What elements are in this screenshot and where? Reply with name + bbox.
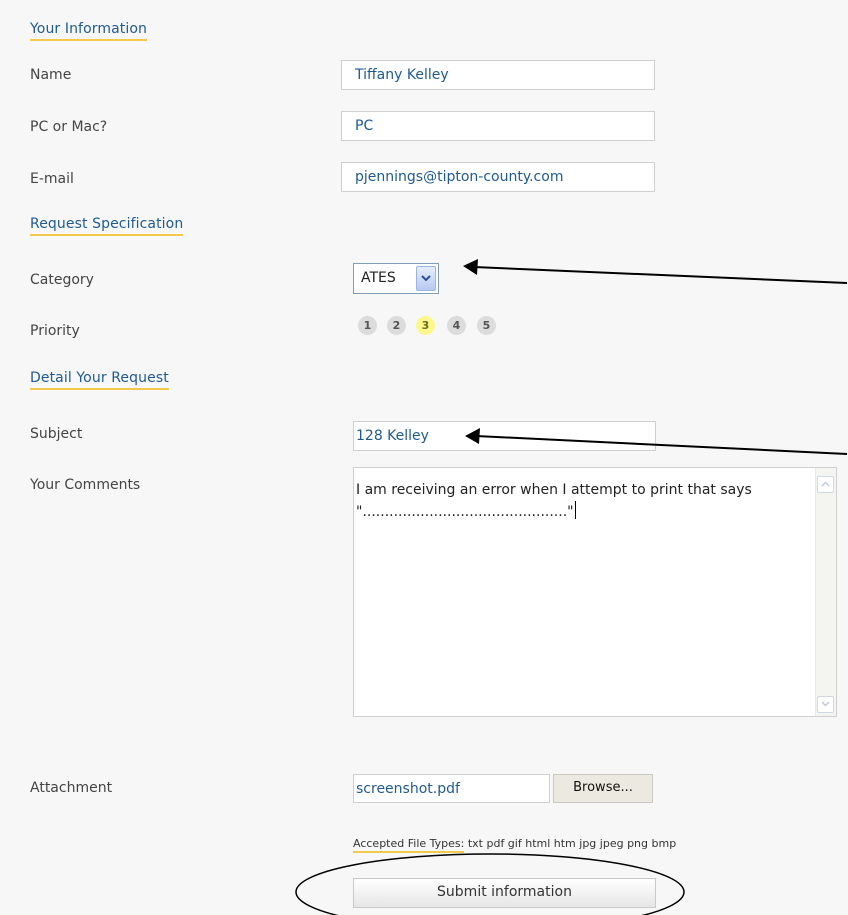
- accepted-file-types-list: txt pdf gif html htm jpg jpeg png bmp: [467, 837, 677, 850]
- attachment-label: Attachment: [30, 780, 113, 796]
- attachment-file-field[interactable]: screenshot.pdf: [353, 774, 550, 803]
- email-field[interactable]: [341, 162, 655, 192]
- pc-or-mac-label: PC or Mac?: [30, 119, 108, 135]
- chevron-down-icon[interactable]: [416, 266, 436, 291]
- priority-option-1[interactable]: 1: [358, 316, 377, 335]
- comments-textarea[interactable]: I am receiving an error when I attempt t…: [353, 467, 837, 717]
- scroll-down-icon[interactable]: [817, 696, 834, 713]
- scroll-up-icon[interactable]: [817, 476, 834, 493]
- email-label: E-mail: [30, 171, 74, 187]
- section-title-detail-request: Detail Your Request: [30, 370, 169, 390]
- priority-option-3[interactable]: 3: [416, 316, 435, 335]
- browse-button[interactable]: Browse...: [553, 774, 653, 803]
- accepted-file-types: Accepted File Types: txt pdf gif html ht…: [353, 837, 677, 853]
- comments-content: I am receiving an error when I attempt t…: [356, 482, 757, 520]
- priority-option-4[interactable]: 4: [447, 316, 466, 335]
- category-select[interactable]: ATES: [353, 263, 439, 294]
- comments-scrollbar[interactable]: [815, 468, 836, 716]
- comments-text: I am receiving an error when I attempt t…: [356, 480, 804, 523]
- name-field[interactable]: [341, 60, 655, 90]
- submit-button[interactable]: Submit information: [353, 878, 656, 908]
- priority-option-5[interactable]: 5: [477, 316, 496, 335]
- subject-label: Subject: [30, 426, 83, 442]
- category-label: Category: [30, 272, 94, 288]
- category-selected-value: ATES: [361, 270, 396, 286]
- pc-or-mac-field[interactable]: [341, 111, 655, 141]
- priority-option-2[interactable]: 2: [387, 316, 406, 335]
- name-label: Name: [30, 67, 72, 83]
- help-request-form: Your Information Name PC or Mac? E-mail …: [0, 0, 848, 915]
- section-title-your-information: Your Information: [30, 21, 147, 41]
- comments-label: Your Comments: [30, 477, 141, 493]
- section-title-request-specification: Request Specification: [30, 216, 184, 236]
- text-caret: [574, 501, 576, 519]
- subject-field[interactable]: [353, 421, 656, 451]
- priority-label: Priority: [30, 323, 80, 339]
- accepted-file-types-label: Accepted File Types:: [353, 837, 465, 853]
